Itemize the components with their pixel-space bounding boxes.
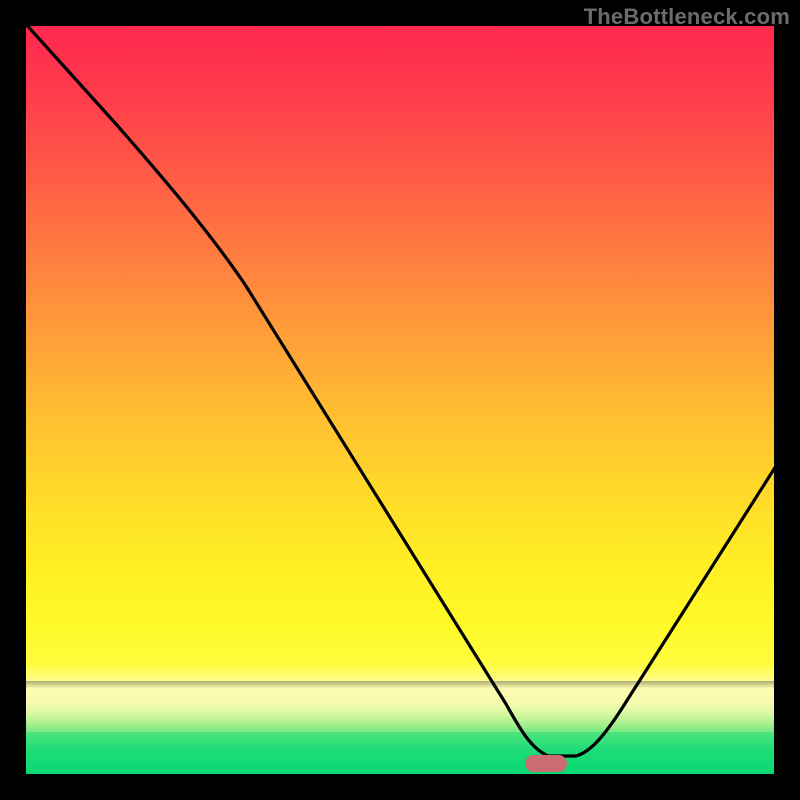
curve-path xyxy=(26,26,774,756)
plot-area xyxy=(26,26,774,774)
watermark-text: TheBottleneck.com xyxy=(584,4,790,30)
optimal-marker xyxy=(525,755,567,772)
bottleneck-curve xyxy=(26,26,774,774)
chart-frame: TheBottleneck.com xyxy=(0,0,800,800)
